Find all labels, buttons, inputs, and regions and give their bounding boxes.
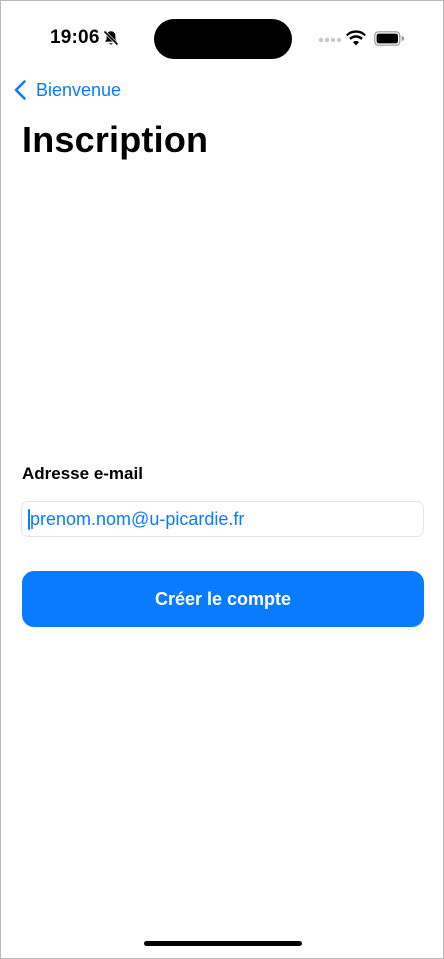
battery-icon — [374, 31, 404, 46]
email-input[interactable] — [30, 502, 423, 536]
chevron-left-icon — [14, 80, 26, 100]
home-indicator[interactable] — [144, 941, 302, 946]
bell-slash-icon — [103, 30, 119, 46]
email-label: Adresse e-mail — [22, 464, 143, 483]
status-bar: 19:06 — [1, 1, 443, 71]
back-button[interactable]: Bienvenue — [13, 78, 121, 102]
page-title: Inscription — [22, 119, 209, 160]
email-field[interactable] — [21, 501, 424, 537]
create-account-button[interactable]: Créer le compte — [22, 571, 424, 627]
back-button-label: Bienvenue — [36, 79, 122, 100]
dynamic-island — [154, 19, 292, 59]
phone-screen: 19:06 Bienvenue Inscription Adresse e-ma… — [0, 0, 444, 959]
text-cursor — [28, 509, 30, 530]
signal-icon — [318, 37, 342, 43]
wifi-icon — [346, 30, 366, 46]
status-time: 19:06 — [50, 27, 100, 48]
